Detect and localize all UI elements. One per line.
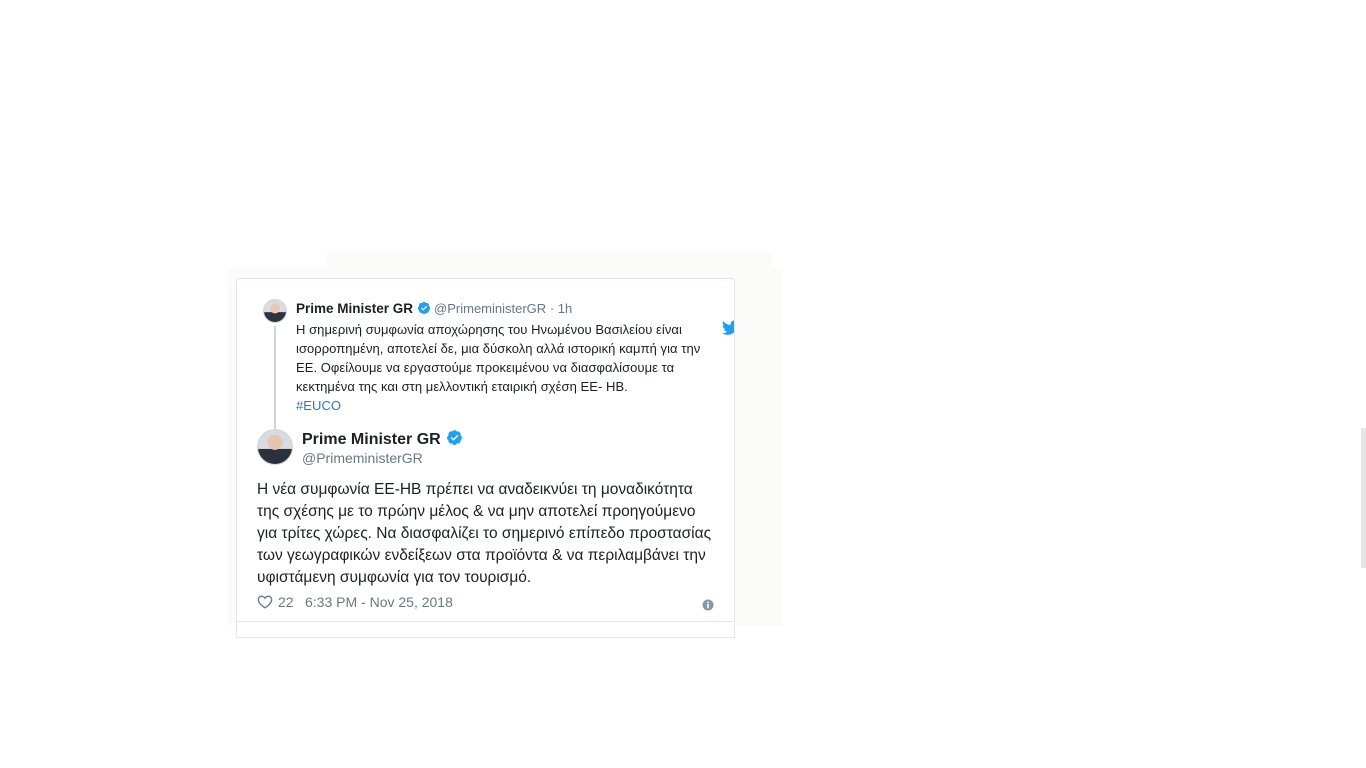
embedded-tweet-card[interactable]: Prime Minister GR @PrimeministerGR · 1h Η… bbox=[236, 278, 735, 638]
verified-badge-icon bbox=[417, 301, 431, 320]
parent-tweet-header: Prime Minister GR @PrimeministerGR · 1h bbox=[296, 300, 572, 320]
parent-handle[interactable]: @PrimeministerGR bbox=[434, 301, 546, 316]
thread-connector-line bbox=[274, 326, 276, 444]
main-tweet-text: Η νέα συμφωνία ΕΕ-ΗΒ πρέπει να αναδεικνύ… bbox=[257, 481, 712, 586]
main-handle[interactable]: @PrimeministerGR bbox=[302, 449, 423, 467]
twitter-bird-icon[interactable] bbox=[721, 320, 734, 336]
header-separator: · bbox=[549, 301, 555, 316]
like-count[interactable]: 22 bbox=[278, 592, 294, 612]
card-divider bbox=[237, 621, 734, 622]
parent-avatar[interactable] bbox=[263, 299, 287, 323]
heart-icon[interactable] bbox=[257, 594, 273, 609]
embed-background-top bbox=[326, 252, 772, 272]
info-icon[interactable] bbox=[702, 596, 714, 611]
parent-author-name[interactable]: Prime Minister GR bbox=[296, 301, 413, 316]
main-author-name[interactable]: Prime Minister GR bbox=[302, 431, 441, 448]
tweet-footer: 22 6:33 PM - Nov 25, 2018 bbox=[257, 592, 715, 612]
parent-tweet-body: Η σημερινή συμφωνία αποχώρησης του Ηνωμέ… bbox=[296, 322, 701, 394]
parent-tweet-text: Η σημερινή συμφωνία αποχώρησης του Ηνωμέ… bbox=[296, 320, 721, 415]
scrollbar-track[interactable] bbox=[1361, 428, 1366, 568]
main-avatar[interactable] bbox=[257, 429, 293, 465]
page-canvas: Prime Minister GR @PrimeministerGR · 1h Η… bbox=[0, 0, 1366, 768]
hashtag-link[interactable]: #EUCO bbox=[296, 396, 721, 415]
parent-time-link[interactable]: 1h bbox=[558, 301, 572, 316]
tweet-timestamp-link[interactable]: 6:33 PM - Nov 25, 2018 bbox=[305, 592, 453, 612]
verified-badge-icon bbox=[446, 429, 463, 452]
